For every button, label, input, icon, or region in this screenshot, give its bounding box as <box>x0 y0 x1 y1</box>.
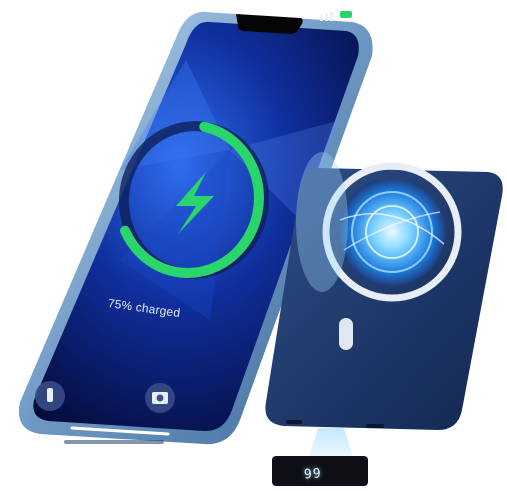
camera-button[interactable] <box>145 383 175 413</box>
battery-percentage-display: 99 <box>303 466 323 483</box>
magnetic-power-bank <box>265 152 503 486</box>
flashlight-button[interactable] <box>35 381 65 411</box>
usb-port <box>366 424 384 428</box>
product-scene <box>18 11 503 486</box>
phone-notch <box>236 14 303 34</box>
charging-coil <box>338 178 446 286</box>
status-bar-icons <box>320 11 352 21</box>
flashlight-icon <box>47 388 53 402</box>
battery-icon <box>340 11 352 18</box>
usb-port <box>286 420 302 424</box>
power-button[interactable] <box>339 318 353 350</box>
